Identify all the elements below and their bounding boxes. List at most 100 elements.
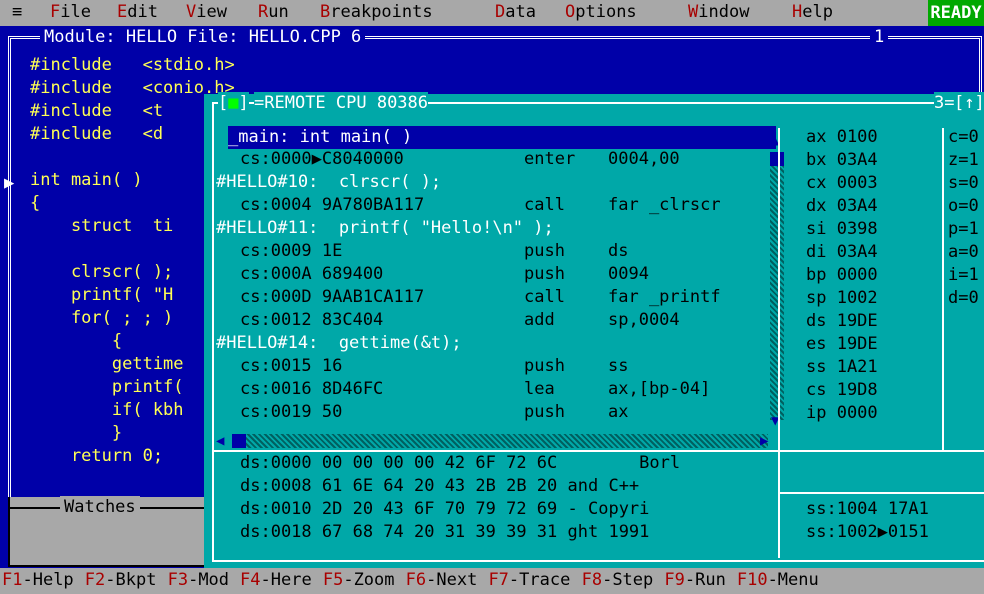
register-value: ds 19DE <box>806 311 878 331</box>
source-line: #include <stdio.h> <box>30 55 235 75</box>
fkey-key: F1 <box>2 570 23 590</box>
fkey-key: F4 <box>240 570 261 590</box>
fkey-label: -Bkpt <box>105 570 157 590</box>
source-line: printf( <box>30 377 184 397</box>
resize-arrows-icon[interactable]: [↑][↓] <box>954 92 984 115</box>
menu-data[interactable]: Data <box>495 1 536 24</box>
source-line: #include <d <box>30 124 164 144</box>
cpu-window[interactable]: [■] =REMOTE CPU 80386 3= [↑][↓] _main: i… <box>204 92 984 568</box>
scrollbar-thumb[interactable] <box>770 152 784 166</box>
module-title: Module: HELLO File: HELLO.CPP 6 <box>40 26 366 49</box>
menu-window[interactable]: Window <box>688 1 749 24</box>
fkey-label: -Next <box>426 570 478 590</box>
fkey-f1[interactable]: F1-Help <box>2 569 74 592</box>
fkey-f2[interactable]: F2-Bkpt <box>85 569 157 592</box>
fkey-f7[interactable]: F7-Trace <box>488 569 570 592</box>
fkey-label: -Step <box>602 570 654 590</box>
fkey-key: F5 <box>322 570 344 590</box>
fkey-key: F8 <box>581 570 603 590</box>
fkey-key: F10 <box>736 570 768 590</box>
fkey-key: F7 <box>488 570 509 590</box>
instruction-operand: ax <box>608 402 629 422</box>
fkey-f6[interactable]: F6-Next <box>406 569 478 592</box>
menu-edit[interactable]: Edit <box>117 1 158 24</box>
fkey-label: -Mod <box>188 570 230 590</box>
watches-window[interactable]: Watches <box>8 496 210 567</box>
source-line: struct ti <box>30 216 174 236</box>
memory-dump-line: ds:0008 61 6E 64 20 43 2B 2B 20 and C++ <box>240 476 640 496</box>
menu-run[interactable]: Run <box>258 1 289 24</box>
menu-options[interactable]: Options <box>565 1 637 24</box>
menu-help[interactable]: Help <box>792 1 833 24</box>
watches-title: Watches <box>60 496 140 519</box>
flag-value: a=0 <box>948 242 979 262</box>
execution-arrow-icon: ▶ <box>4 173 15 193</box>
instruction-address: cs:0000▶C8040000 <box>240 149 404 169</box>
instruction-mnemonic: call <box>524 195 565 215</box>
source-annotation: #HELLO#14: gettime(&t); <box>216 333 462 353</box>
fkey-key: F3 <box>167 570 189 590</box>
instruction-mnemonic: push <box>524 402 565 422</box>
cpu-close-box[interactable]: [■] <box>218 92 249 115</box>
cpu-title: =REMOTE CPU 80386 <box>254 92 429 115</box>
hscrollbar-thumb[interactable] <box>232 434 246 448</box>
source-line: printf( "H <box>30 285 174 305</box>
fkey-f3[interactable]: F3-Mod <box>168 569 229 592</box>
source-line: if( kbh <box>30 400 184 420</box>
instruction-operand: ds <box>608 241 629 261</box>
code-scrollbar[interactable] <box>770 152 784 420</box>
source-line: #include <t <box>30 101 164 121</box>
flag-value: p=1 <box>948 219 979 239</box>
divider <box>778 492 984 494</box>
cpu-window-number: 3= <box>934 92 955 115</box>
fkey-key: F9 <box>664 570 685 590</box>
instruction-mnemonic: push <box>524 356 565 376</box>
scroll-left-icon[interactable]: ◀ <box>216 434 224 448</box>
register-value: sp 1002 <box>806 288 878 308</box>
register-value: ss 1A21 <box>806 357 878 377</box>
fkey-f5[interactable]: F5-Zoom <box>323 569 395 592</box>
code-hscrollbar[interactable] <box>232 434 768 448</box>
register-value: bx 03A4 <box>806 150 878 170</box>
register-value: dx 03A4 <box>806 196 878 216</box>
flag-value: d=0 <box>948 288 979 308</box>
fkey-f10[interactable]: F10-Menu <box>737 569 819 592</box>
menu-breakpoints[interactable]: Breakpoints <box>320 1 433 24</box>
instruction-operand: 0094 <box>608 264 649 284</box>
menu-view[interactable]: View <box>186 1 227 24</box>
instruction-address: cs:000A 689400 <box>240 264 384 284</box>
instruction-address: cs:0015 16 <box>240 356 343 376</box>
menu-bar: ≡ File Edit View Run Breakpoints Data Op… <box>0 0 984 26</box>
fkey-f8[interactable]: F8-Step <box>582 569 654 592</box>
status-indicator: READY <box>928 0 984 26</box>
instruction-mnemonic: add <box>524 310 555 330</box>
register-value: cs 19D8 <box>806 380 878 400</box>
scroll-right-icon[interactable]: ▶ <box>760 434 768 448</box>
instruction-mnemonic: lea <box>524 379 555 399</box>
fkey-f9[interactable]: F9-Run <box>664 569 725 592</box>
instruction-operand: 0004,00 <box>608 149 680 169</box>
fkey-label: -Zoom <box>343 570 395 590</box>
flag-value: z=1 <box>948 150 979 170</box>
fkey-label: -Menu <box>767 570 819 590</box>
source-line: gettime <box>30 354 184 374</box>
source-line: clrscr( ); <box>30 262 174 282</box>
instruction-operand: far _printf <box>608 287 721 307</box>
instruction-address: cs:0019 50 <box>240 402 343 422</box>
instruction-mnemonic: call <box>524 287 565 307</box>
fkey-f4[interactable]: F4-Here <box>240 569 312 592</box>
system-menu[interactable]: ≡ <box>12 1 22 24</box>
divider <box>778 450 780 558</box>
menu-file[interactable]: File <box>50 1 91 24</box>
flag-value: o=0 <box>948 196 979 216</box>
fkey-label: -Here <box>260 570 312 590</box>
instruction-operand: far _clrscr <box>608 195 721 215</box>
instruction-address: cs:0009 1E <box>240 241 343 261</box>
fkey-key: F2 <box>84 570 106 590</box>
register-value: cx 0003 <box>806 173 878 193</box>
fkey-label: -Trace <box>508 570 571 590</box>
module-window-number: 1 <box>870 26 889 49</box>
register-value: bp 0000 <box>806 265 878 285</box>
instruction-operand: sp,0004 <box>608 310 680 330</box>
current-function: _main: int main( ) <box>228 126 776 149</box>
